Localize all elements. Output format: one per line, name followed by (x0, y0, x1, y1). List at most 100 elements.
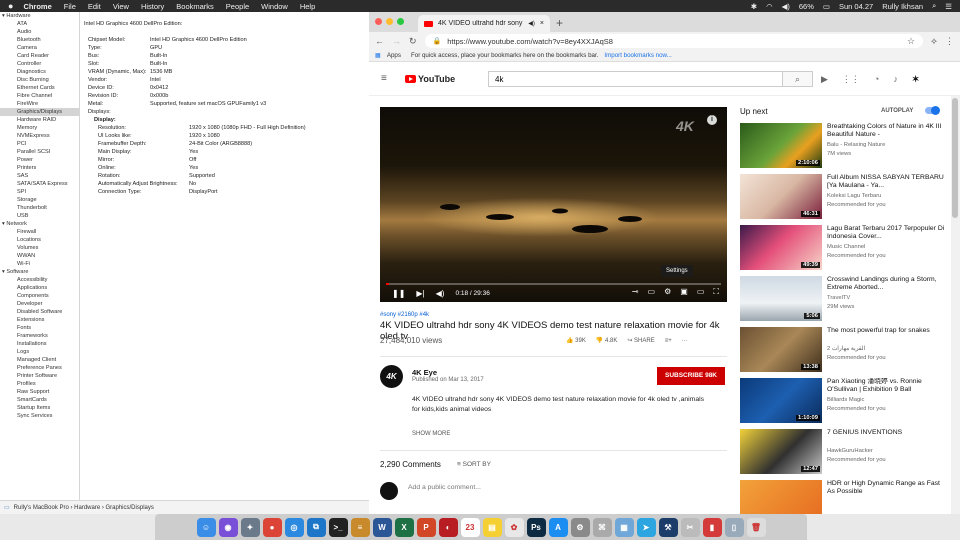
close-window-button[interactable] (375, 18, 382, 25)
sidebar-item[interactable]: USB (0, 212, 79, 220)
volume-icon[interactable]: ◀) (782, 2, 790, 11)
sidebar-item[interactable]: Fibre Channel (0, 92, 79, 100)
apps-grid-icon[interactable]: ▦ (375, 52, 381, 59)
wifi-icon[interactable]: ◠ (766, 2, 773, 11)
progress-bar[interactable] (386, 283, 721, 285)
recommended-video[interactable]: 12:47 7 GENIUS INVENTIONS HawkGuruHacker Re… (740, 429, 950, 476)
clock[interactable]: Sun 04.27 (839, 2, 873, 11)
autoplay-toggle[interactable] (925, 106, 940, 115)
video-title[interactable]: Crosswind Landings during a Storm, Extre… (827, 276, 947, 293)
video-title[interactable]: Breathtaking Colors of Nature in 4K III … (827, 123, 947, 140)
preview-dock-icon[interactable]: ▦ (614, 517, 634, 537)
info-icon[interactable]: i (707, 115, 717, 125)
sidebar-item[interactable]: Printer Software (0, 372, 79, 380)
tab-close-icon[interactable]: × (540, 20, 544, 27)
page-scrollbar[interactable] (951, 96, 960, 514)
new-tab-button[interactable]: + (556, 16, 563, 30)
forward-icon[interactable]: → (392, 36, 401, 46)
sidebar-item[interactable]: Frameworks (0, 332, 79, 340)
photos-dock-icon[interactable]: ✿ (504, 517, 524, 537)
scrollbar-thumb[interactable] (952, 98, 958, 218)
sidebar-item[interactable]: Managed Client (0, 356, 79, 364)
miniplayer-icon[interactable]: ▣ (680, 287, 688, 297)
photo-booth-dock-icon[interactable]: ◐ (438, 517, 458, 537)
sidebar-item[interactable]: Logs (0, 348, 79, 356)
video-hashtags[interactable]: #sony #2160p #4k (380, 312, 429, 318)
channel-name[interactable]: 4K Eye (412, 368, 437, 377)
settings-gear-icon[interactable]: ⚙ (664, 287, 671, 297)
sidebar-item[interactable]: Graphics/Displays (0, 108, 79, 116)
tab-audio-icon[interactable]: ◀) (528, 20, 535, 27)
battery-percent[interactable]: 66% (799, 2, 814, 11)
extension-icon[interactable]: ⟡ (931, 36, 937, 47)
apps-icon[interactable]: ⋮⋮ (842, 74, 860, 85)
system-prefs-dock-icon[interactable]: ⚙ (570, 517, 590, 537)
menu-help[interactable]: Help (300, 2, 315, 11)
photoshop-dock-icon[interactable]: Ps (526, 517, 546, 537)
sidebar-item[interactable]: Extensions (0, 316, 79, 324)
menu-bookmarks[interactable]: Bookmarks (176, 2, 214, 11)
browser-tab[interactable]: 4K VIDEO ultrahd hdr sony ◀) × (418, 15, 550, 32)
excel-dock-icon[interactable]: X (394, 517, 414, 537)
sidebar-category[interactable]: ▾ Hardware (0, 12, 79, 20)
bookmark-star-icon[interactable]: ☆ (907, 36, 915, 47)
sidebar-item[interactable]: SAS (0, 172, 79, 180)
sidebar-item[interactable]: Disabled Software (0, 308, 79, 316)
sidebar-item[interactable]: PCI (0, 140, 79, 148)
video-thumbnail[interactable]: 49:39 (740, 225, 822, 270)
sidebar-item[interactable]: Diagnostics (0, 68, 79, 76)
calendar-dock-icon[interactable]: 23 (460, 517, 480, 537)
sidebar-item[interactable]: Installations (0, 340, 79, 348)
volume-icon[interactable]: ◀) (436, 289, 445, 298)
sort-comments-button[interactable]: ≡ SORT BY (457, 461, 491, 468)
sidebar-item[interactable]: Ethernet Cards (0, 84, 79, 92)
sidebar-item[interactable]: Volumes (0, 244, 79, 252)
sidebar-item[interactable]: Sync Services (0, 412, 79, 420)
safari-dock-icon[interactable]: ◎ (284, 517, 304, 537)
word-dock-icon[interactable]: W (372, 517, 392, 537)
menu-app-name[interactable]: Chrome (23, 2, 51, 11)
hamburger-menu-icon[interactable]: ≡ (381, 73, 387, 84)
recommended-video[interactable]: HDR or High Dynamic Range as Fast As Pos… (740, 480, 950, 514)
siri-dock-icon[interactable]: ◉ (218, 517, 238, 537)
sidebar-item[interactable]: Wi-Fi (0, 260, 79, 268)
finder-dock-icon[interactable]: ☺ (196, 517, 216, 537)
sidebar-item[interactable]: NVMExpress (0, 132, 79, 140)
sidebar-item[interactable]: Accessibility (0, 276, 79, 284)
trash-dock-icon[interactable]: 🗑 (746, 517, 766, 537)
video-thumbnail[interactable]: 13:38 (740, 327, 822, 372)
menu-file[interactable]: File (64, 2, 76, 11)
sidebar-item[interactable]: Components (0, 292, 79, 300)
apple-icon[interactable]: ● (8, 1, 13, 11)
video-title[interactable]: HDR or High Dynamic Range as Fast As Pos… (827, 480, 947, 497)
menu-window[interactable]: Window (261, 2, 288, 11)
reload-icon[interactable]: ↻ (409, 36, 417, 47)
messages-icon[interactable]: ◔ (874, 74, 879, 85)
sidebar-item[interactable]: Firewall (0, 228, 79, 236)
vscode-dock-icon[interactable]: ⧉ (306, 517, 326, 537)
sidebar-item[interactable]: SPI (0, 188, 79, 196)
video-thumbnail[interactable]: 1:10:09 (740, 378, 822, 423)
sidebar-item[interactable]: Bluetooth (0, 36, 79, 44)
sidebar-item[interactable]: ATA (0, 20, 79, 28)
video-thumbnail[interactable]: 12:47 (740, 429, 822, 474)
more-actions-icon[interactable]: ··· (682, 338, 688, 344)
sidebar-item[interactable]: Storage (0, 196, 79, 204)
video-title[interactable]: Pan Xiaoting 潘晓婷 vs. Ronnie O'Sullivan |… (827, 378, 947, 395)
apps-link[interactable]: Apps (387, 52, 401, 59)
video-title[interactable]: The most powerful trap for snakes (827, 327, 947, 335)
lock-icon[interactable]: 🔒 (433, 37, 442, 45)
sidebar-item[interactable]: WWAN (0, 252, 79, 260)
video-thumbnail[interactable]: 2:10:06 (740, 123, 822, 168)
menu-people[interactable]: People (226, 2, 249, 11)
sequel-dock-icon[interactable]: ≡ (350, 517, 370, 537)
video-thumbnail[interactable]: 46:31 (740, 174, 822, 219)
sidebar-item[interactable]: Printers (0, 164, 79, 172)
recommended-video[interactable]: 5:06 Crosswind Landings during a Storm, E… (740, 276, 950, 323)
youtube-logo[interactable]: YouTube (405, 74, 455, 84)
zoom-window-button[interactable] (397, 18, 404, 25)
sidebar-item[interactable]: SmartCards (0, 396, 79, 404)
menu-history[interactable]: History (141, 2, 164, 11)
search-input[interactable] (488, 71, 783, 87)
recommended-video[interactable]: 13:38 The most powerful trap for snakes ال… (740, 327, 950, 374)
